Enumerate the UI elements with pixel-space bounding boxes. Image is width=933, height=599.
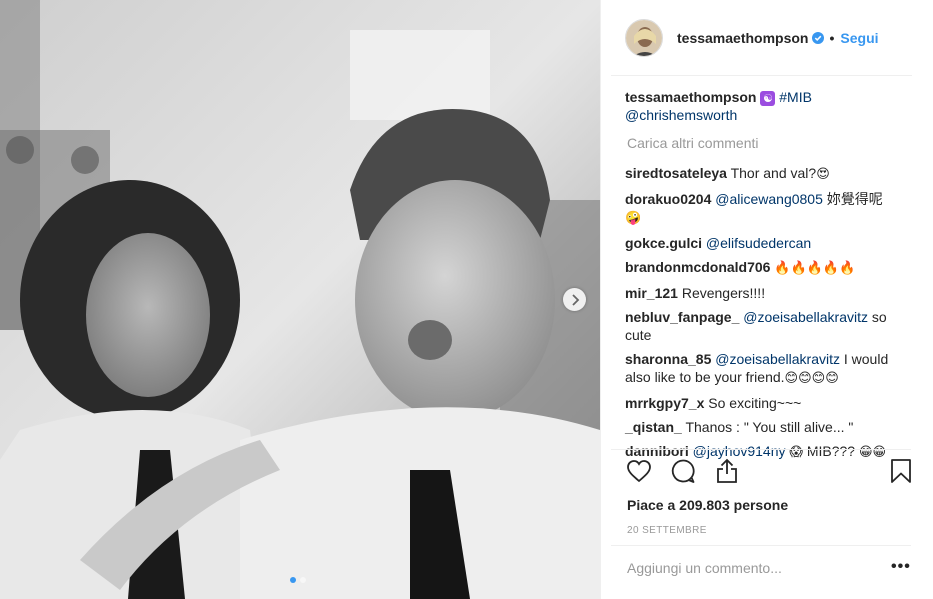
post-date[interactable]: 20 SETTEMBRE — [627, 525, 707, 536]
avatar[interactable] — [625, 19, 663, 57]
comment-username[interactable]: gokce.gulci — [625, 235, 702, 251]
comment-text: Revengers!!!! — [681, 285, 766, 301]
comment-text: 妳覺得呢 — [826, 191, 883, 207]
comment-emoji: 🔥🔥🔥🔥🔥 — [774, 261, 856, 276]
comment-mention[interactable]: @elifsudedercan — [706, 235, 811, 251]
post-side-panel: tessamaethompson • Segui tessamaethompso… — [600, 0, 933, 599]
comment-username[interactable]: _qistan_ — [625, 419, 682, 435]
comment-username[interactable]: mrrkgpy7_x — [625, 395, 704, 411]
yin-yang-emoji: ☯ — [760, 91, 776, 106]
post-caption: tessamaethompson ☯ #MIB @chrishemsworth — [625, 88, 915, 124]
like-button[interactable] — [623, 455, 655, 487]
carousel-indicator — [290, 577, 306, 583]
carousel-dot — [300, 577, 306, 583]
caption-hashtag[interactable]: #MIB — [779, 89, 812, 105]
carousel-dot-active — [290, 577, 296, 583]
more-options-button[interactable]: ••• — [891, 558, 911, 576]
comment-username[interactable]: sharonna_85 — [625, 351, 711, 367]
share-icon — [717, 458, 737, 483]
caption-username[interactable]: tessamaethompson — [625, 89, 756, 105]
post-photo[interactable] — [0, 0, 600, 599]
comment-username[interactable]: siredtosateleya — [625, 165, 727, 181]
comment-emoji: 🤪 — [625, 211, 642, 226]
comment-username[interactable]: nebluv_fanpage_ — [625, 309, 739, 325]
comment-username[interactable]: brandonmcdonald706 — [625, 259, 770, 275]
comment-username[interactable]: mir_121 — [625, 285, 678, 301]
comment: dorakuo0204 @alicewang0805 妳覺得呢 🤪 — [625, 190, 915, 228]
comments-list: tessamaethompson ☯ #MIB @chrishemsworth … — [625, 88, 915, 468]
comment: mrrkgpy7_x So exciting~~~ — [625, 394, 915, 412]
load-more-comments[interactable]: Carica altri commenti — [627, 134, 915, 152]
post-header: tessamaethompson • Segui — [601, 0, 933, 76]
comment: gokce.gulci @elifsudedercan — [625, 234, 915, 252]
add-comment-input[interactable] — [627, 560, 857, 576]
divider — [611, 449, 911, 450]
comment: nebluv_fanpage_ @zoeisabellakravitz so c… — [625, 308, 915, 344]
comment-text: Thor and val? — [730, 165, 817, 181]
comment: sharonna_85 @zoeisabellakravitz I would … — [625, 350, 915, 388]
caption-mention[interactable]: @chrishemsworth — [625, 107, 737, 123]
comment-bubble-icon — [671, 459, 695, 483]
follow-button[interactable]: Segui — [840, 30, 878, 46]
comment: siredtosateleya Thor and val?😍 — [625, 164, 915, 184]
comment-button[interactable] — [667, 455, 699, 487]
share-button[interactable] — [711, 455, 743, 487]
comment-username[interactable]: dorakuo0204 — [625, 191, 711, 207]
comment-emoji: 😊😊😊😊 — [784, 371, 839, 386]
comment-mention[interactable]: @zoeisabellakravitz — [743, 309, 868, 325]
likes-count[interactable]: Piace a 209.803 persone — [627, 497, 788, 513]
next-photo-button[interactable] — [563, 288, 586, 311]
avatar-image — [626, 20, 662, 56]
comment: mir_121 Revengers!!!! — [625, 284, 915, 302]
divider — [611, 75, 912, 76]
comment-text: Thanos : " You still alive... " — [685, 419, 854, 435]
comment-text: So exciting~~~ — [708, 395, 802, 411]
comment-emoji: 😍 — [816, 167, 830, 182]
comment: _qistan_ Thanos : " You still alive... " — [625, 418, 915, 436]
post-author-username[interactable]: tessamaethompson — [677, 30, 808, 46]
photo-scene — [0, 0, 600, 599]
chevron-right-icon — [571, 293, 579, 306]
comment: brandonmcdonald706 🔥🔥🔥🔥🔥 — [625, 258, 915, 278]
comment-mention[interactable]: @alicewang0805 — [715, 191, 823, 207]
post-actions — [623, 455, 915, 491]
bookmark-icon — [891, 459, 911, 483]
verified-badge-icon — [812, 32, 825, 44]
heart-icon — [627, 460, 651, 483]
comment-mention[interactable]: @zoeisabellakravitz — [715, 351, 840, 367]
save-button[interactable] — [885, 455, 917, 487]
separator-bullet: • — [829, 30, 835, 46]
divider — [611, 545, 911, 546]
